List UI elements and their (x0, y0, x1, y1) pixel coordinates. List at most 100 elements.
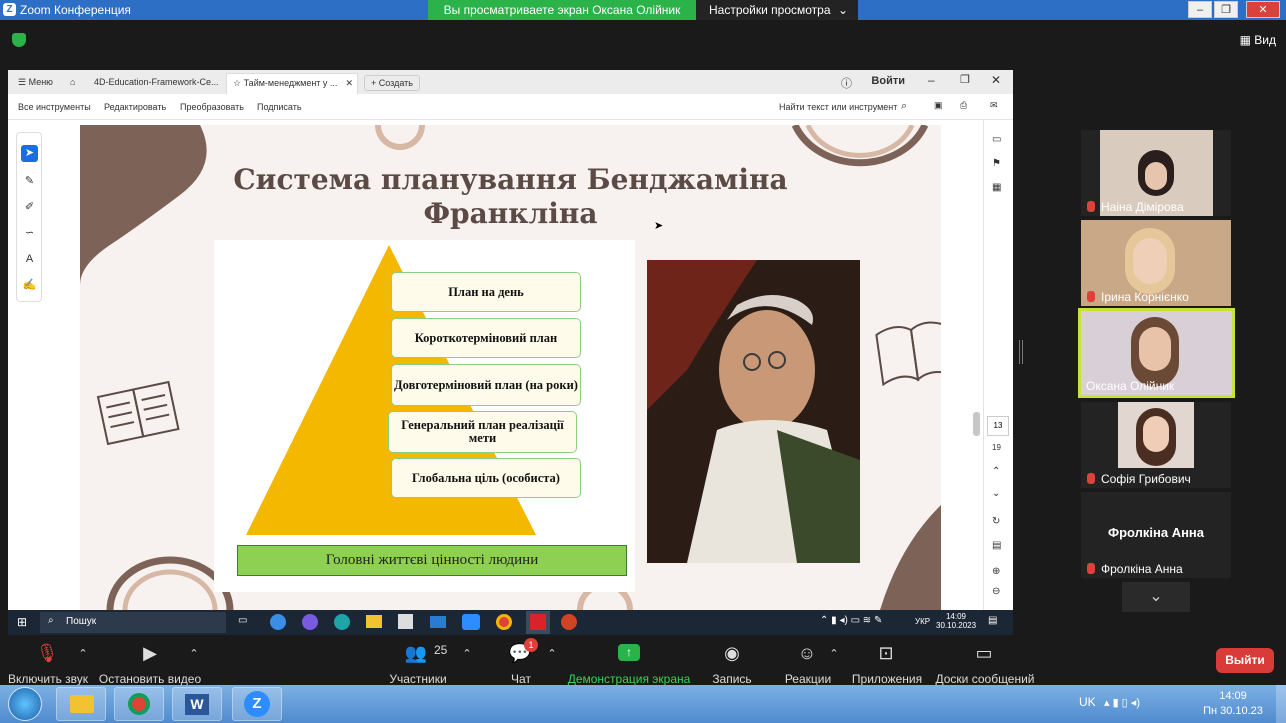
task-view-icon[interactable]: ▭ (238, 615, 247, 626)
app-maximize-button[interactable]: ❐ (960, 73, 970, 86)
zoom-taskbar-icon[interactable]: Z (232, 687, 282, 721)
print-icon[interactable]: ⎙ (960, 100, 967, 111)
close-button[interactable]: ✕ (1246, 1, 1280, 18)
stop-video-button[interactable]: Остановить видео (99, 672, 201, 686)
security-shield-icon[interactable] (12, 33, 26, 47)
current-page-field[interactable]: 13 (987, 416, 1009, 436)
convert-button[interactable]: Преобразовать (180, 102, 244, 112)
whiteboards-button[interactable]: Доски сообщений (935, 672, 1034, 686)
participants-icon[interactable]: 👥 (405, 643, 427, 664)
share-screen-button[interactable]: Демонстрация экрана (568, 672, 691, 686)
reactions-icon[interactable]: ☺ (798, 643, 816, 664)
participant-tile-active-speaker[interactable]: Оксана Олійник (1078, 308, 1235, 398)
app-close-button[interactable]: ✕ (991, 73, 1001, 87)
video-camera-icon[interactable]: ▶ (143, 643, 157, 664)
save-icon[interactable]: ▣ (934, 100, 943, 111)
vertical-scrollbar[interactable] (971, 124, 981, 604)
extract-page-icon[interactable]: ▤ (992, 540, 1001, 551)
participants-scroll-down-icon[interactable]: ⌄ (1122, 582, 1190, 612)
reactions-options-chevron-icon[interactable]: ⌃ (829, 647, 838, 660)
leave-button[interactable]: Выйти (1216, 648, 1274, 673)
edit-button[interactable]: Редактировать (104, 102, 166, 112)
scroll-thumb[interactable] (973, 412, 980, 436)
mic-muted-icon[interactable]: 🎙 (36, 643, 59, 664)
audio-options-chevron-icon[interactable]: ⌃ (78, 647, 87, 660)
rotate-icon[interactable]: ↻ (992, 516, 1000, 527)
sign-in-button[interactable]: Войти (871, 75, 905, 87)
tray-icons[interactable]: ▴ ▮ ▯ ◂) (1104, 696, 1140, 709)
zoom-in-icon[interactable]: ⊕ (992, 566, 1000, 577)
tray-language[interactable]: UK (1079, 695, 1096, 709)
highlight-tool-icon[interactable]: ✐ (21, 199, 38, 216)
sign-button[interactable]: Подписать (257, 102, 302, 112)
tray-clock[interactable]: 14:09 Пн 30.10.23 (1198, 689, 1268, 719)
comment-tool-icon[interactable]: ✎ (21, 173, 38, 190)
participant-tile[interactable]: Ірина Корнієнко (1081, 220, 1231, 306)
new-tab-button[interactable]: + Создать (364, 75, 420, 91)
app-minimize-button[interactable]: – (928, 73, 935, 87)
whiteboard-icon[interactable]: ▭ (975, 643, 992, 664)
store-icon[interactable] (398, 614, 413, 629)
comments-panel-icon[interactable]: ▭ (992, 134, 1001, 145)
taskbar-language[interactable]: УКР (915, 617, 930, 626)
tab-framework[interactable]: 4D-Education-Framework-Ce... (88, 73, 225, 94)
taskbar-search-box[interactable]: ⌕ Пошук (40, 612, 226, 633)
edge-icon[interactable] (334, 614, 350, 630)
home-icon[interactable]: ⌂ (64, 73, 81, 94)
thumbnails-icon[interactable]: ▦ (992, 182, 1001, 193)
share-screen-icon[interactable]: ↑ (618, 644, 640, 661)
record-button[interactable]: Запись (712, 672, 751, 686)
zoom-out-icon[interactable]: ⊖ (992, 586, 1000, 597)
apps-button[interactable]: Приложения (852, 672, 922, 686)
powerpoint-icon[interactable] (561, 614, 577, 630)
view-settings-dropdown[interactable]: Настройки просмотра ⌄ (696, 0, 858, 20)
search-icon[interactable]: ⌕ (901, 100, 907, 113)
participants-options-chevron-icon[interactable]: ⌃ (462, 647, 471, 660)
explorer-icon[interactable] (366, 615, 382, 628)
email-icon[interactable]: ✉ (990, 100, 998, 111)
tab-close-icon[interactable]: ✕ (345, 74, 353, 93)
tab-time-management[interactable]: ☆ Тайм-менеджмент у ... ✕ (226, 73, 358, 94)
unmute-button[interactable]: Включить звук (8, 672, 88, 686)
minimize-button[interactable]: – (1188, 1, 1212, 18)
bookmark-icon[interactable]: ⚑ (992, 158, 1001, 169)
page-up-icon[interactable]: ⌃ (992, 466, 1000, 477)
acrobat-icon[interactable] (526, 611, 550, 634)
explorer-taskbar-icon[interactable] (56, 687, 106, 721)
zoom-app-icon[interactable] (462, 614, 480, 630)
taskbar-app-icon[interactable] (302, 614, 318, 630)
mail-icon[interactable] (430, 616, 446, 628)
reactions-button[interactable]: Реакции (785, 672, 831, 686)
participant-tile[interactable]: Софія Грибович (1081, 402, 1231, 488)
maximize-button[interactable]: ❐ (1214, 1, 1238, 18)
record-icon[interactable]: ◉ (724, 643, 740, 664)
stamp-tool-icon[interactable]: ✍ (21, 277, 38, 294)
apps-icon[interactable]: ⊡ (878, 643, 893, 664)
chrome-icon[interactable] (496, 614, 512, 630)
draw-tool-icon[interactable]: ∽ (21, 225, 38, 242)
find-tool-button[interactable]: Найти текст или инструмент (779, 102, 897, 112)
participants-button[interactable]: Участники (389, 672, 446, 686)
chat-options-chevron-icon[interactable]: ⌃ (547, 647, 556, 660)
taskbar-clock[interactable]: 14:09 30.10.2023 (936, 612, 976, 630)
select-tool-icon[interactable]: ➤ (21, 145, 38, 162)
video-options-chevron-icon[interactable]: ⌃ (189, 647, 198, 660)
text-tool-icon[interactable]: A (21, 251, 38, 268)
taskbar-app-icon[interactable] (270, 614, 286, 630)
tray-icons[interactable]: ⌃ ▮ ◂) ▭ ≋ ✎ (820, 615, 882, 626)
panel-resize-handle[interactable] (1019, 340, 1023, 364)
chat-button[interactable]: Чат (511, 672, 531, 686)
windows-start-orb-icon[interactable] (8, 687, 42, 721)
notification-icon[interactable]: ▤ (988, 615, 997, 626)
chrome-taskbar-icon[interactable] (114, 687, 164, 721)
word-taskbar-icon[interactable]: W (172, 687, 222, 721)
help-icon[interactable]: ⓘ (841, 75, 852, 91)
windows-start-icon[interactable]: ⊞ (17, 615, 27, 629)
all-tools-button[interactable]: Все инструменты (18, 102, 91, 112)
participant-tile[interactable]: Наіна Дімірова (1081, 130, 1231, 216)
page-down-icon[interactable]: ⌄ (992, 488, 1000, 499)
menu-button[interactable]: ☰ Меню (12, 73, 59, 94)
show-desktop-button[interactable] (1276, 685, 1286, 723)
view-button[interactable]: ▦ Вид (1240, 33, 1276, 47)
participant-tile[interactable]: Фролкіна Анна Фролкіна Анна (1081, 492, 1231, 578)
